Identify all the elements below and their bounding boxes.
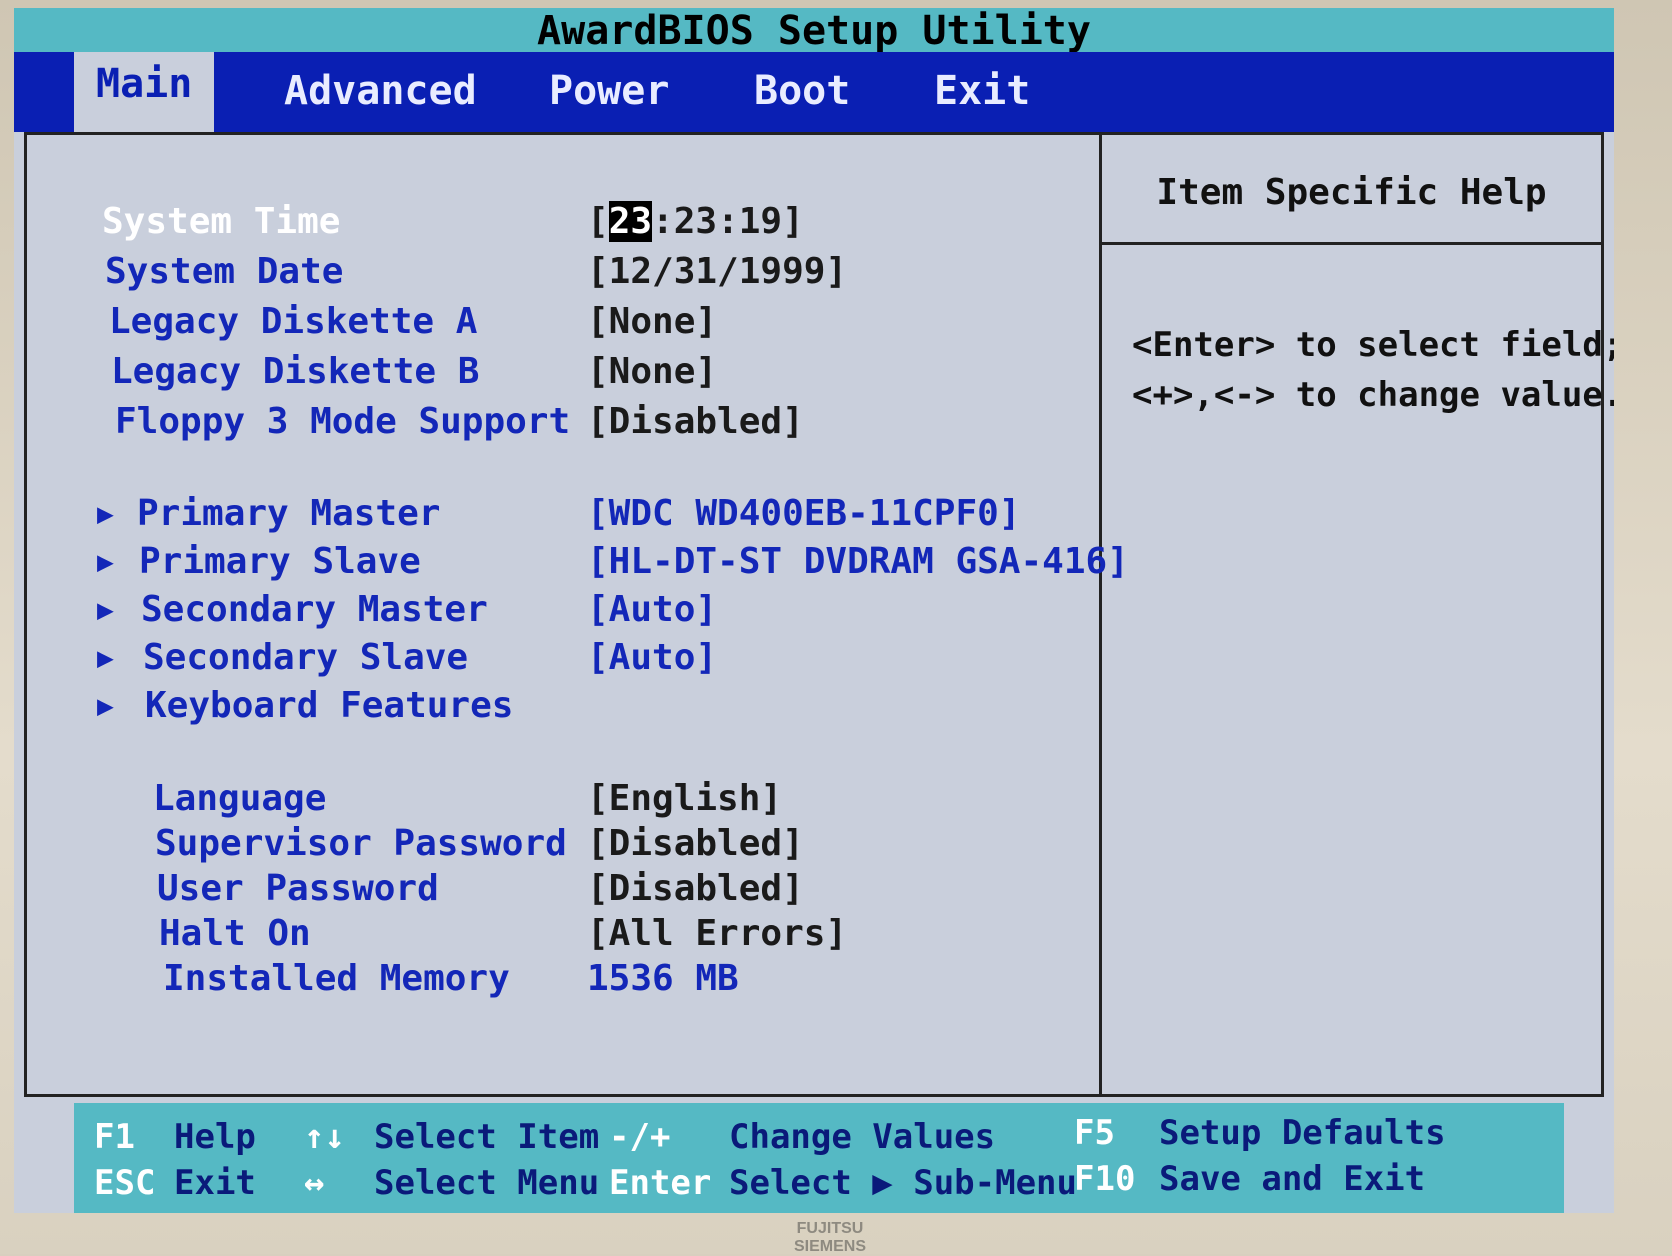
setting-value[interactable]: [All Errors] (587, 913, 847, 954)
help-panel: Item Specific Help <Enter> to select fie… (1102, 135, 1614, 1094)
setting-value[interactable]: [12/31/1999] (587, 251, 847, 292)
submenu-arrow-icon: ▶ (97, 545, 114, 578)
settings-list: System Time [23:23:19] System Date [12/3… (27, 135, 1129, 1094)
setting-value[interactable]: [None] (587, 351, 717, 392)
setting-label: Primary Master (137, 493, 441, 534)
esc-desc: Exit (174, 1163, 256, 1203)
setting-label: Halt On (159, 913, 311, 954)
setting-user-password[interactable]: User Password [Disabled] (27, 868, 1097, 912)
setting-legacy-diskette-a[interactable]: Legacy Diskette A [None] (27, 301, 1097, 345)
setting-halt-on[interactable]: Halt On [All Errors] (27, 913, 1097, 957)
setting-label: System Date (105, 251, 344, 292)
setting-legacy-diskette-b[interactable]: Legacy Diskette B [None] (27, 351, 1097, 395)
submenu-secondary-slave[interactable]: ▶ Secondary Slave [Auto] (27, 637, 1097, 681)
setting-label: System Time (102, 201, 341, 242)
setting-installed-memory: Installed Memory 1536 MB (27, 958, 1097, 1002)
submenu-arrow-icon: ▶ (97, 689, 114, 722)
f10-desc: Save and Exit (1159, 1159, 1426, 1199)
window-title: AwardBIOS Setup Utility (14, 8, 1614, 54)
monitor-brand-logo: FUJITSU SIEMENS (793, 1220, 866, 1255)
help-text-line: <Enter> to select field; (1132, 325, 1614, 365)
submenu-primary-slave[interactable]: ▶ Primary Slave [HL-DT-ST DVDRAM GSA-416… (27, 541, 1129, 585)
tab-exit[interactable]: Exit (934, 62, 1030, 120)
submenu-arrow-icon: ▶ (97, 641, 114, 674)
plus-minus-key: -/+ (609, 1117, 671, 1157)
setting-label: Primary Slave (139, 541, 421, 582)
f5-key: F5 (1074, 1113, 1115, 1153)
setting-label: Language (153, 778, 327, 819)
submenu-arrow-icon: ▶ (97, 593, 114, 626)
f10-key: F10 (1074, 1159, 1136, 1199)
setting-value[interactable]: [Disabled] (587, 868, 804, 909)
setting-supervisor-password[interactable]: Supervisor Password [Disabled] (27, 823, 1097, 867)
edit-cursor[interactable]: 23 (608, 201, 653, 242)
setting-value: [HL-DT-ST DVDRAM GSA-416] (587, 541, 1129, 582)
setting-floppy-3-mode[interactable]: Floppy 3 Mode Support [Disabled] (27, 401, 1097, 445)
menu-bar: Main Advanced Power Boot Exit (14, 52, 1614, 132)
setting-label: Legacy Diskette B (111, 351, 480, 392)
tab-advanced[interactable]: Advanced (284, 62, 477, 120)
setting-value: 1536 MB (587, 958, 739, 999)
leftright-desc: Select Menu (374, 1163, 600, 1203)
setting-label: Legacy Diskette A (109, 301, 478, 342)
setting-system-date[interactable]: System Date [12/31/1999] (27, 251, 1097, 295)
setting-language[interactable]: Language [English] (27, 778, 1097, 822)
key-legend: F1 Help ESC Exit ↑↓ Select Item ↔ Select… (74, 1103, 1564, 1213)
setting-label: User Password (157, 868, 439, 909)
help-text-line: <+>,<-> to change value. (1132, 375, 1614, 415)
setting-value: [WDC WD400EB-11CPF0] (587, 493, 1021, 534)
submenu-secondary-master[interactable]: ▶ Secondary Master [Auto] (27, 589, 1097, 633)
submenu-primary-master[interactable]: ▶ Primary Master [WDC WD400EB-11CPF0] (27, 493, 1097, 537)
setting-label: Secondary Slave (143, 637, 469, 678)
tab-main[interactable]: Main (74, 52, 215, 132)
setting-label: Secondary Master (141, 589, 488, 630)
setting-value[interactable]: [Disabled] (587, 401, 804, 442)
esc-key: ESC (94, 1163, 156, 1203)
enter-key: Enter (609, 1163, 712, 1203)
left-right-arrows-icon: ↔ (304, 1163, 325, 1203)
plusminus-desc: Change Values (729, 1117, 996, 1157)
setting-value[interactable]: [English] (587, 778, 782, 819)
up-down-arrows-icon: ↑↓ (304, 1117, 345, 1157)
enter-desc: Select ▶ Sub-Menu (729, 1163, 1077, 1203)
f1-key: F1 (94, 1117, 135, 1157)
f5-desc: Setup Defaults (1159, 1113, 1446, 1153)
setting-label: Floppy 3 Mode Support (115, 401, 571, 442)
f1-desc: Help (174, 1117, 256, 1157)
submenu-keyboard-features[interactable]: ▶ Keyboard Features (27, 685, 1097, 729)
setting-value[interactable]: [23:23:19] (587, 201, 804, 242)
setting-value: [Auto] (587, 589, 718, 630)
setting-label: Supervisor Password (155, 823, 567, 864)
setting-value[interactable]: [None] (587, 301, 717, 342)
main-panel: System Time [23:23:19] System Date [12/3… (24, 132, 1614, 1097)
setting-system-time[interactable]: System Time [23:23:19] (27, 201, 1097, 245)
setting-label: Installed Memory (163, 958, 510, 999)
setting-value: [Auto] (587, 637, 718, 678)
tab-power[interactable]: Power (549, 62, 669, 120)
updown-desc: Select Item (374, 1117, 600, 1157)
bios-screen: AwardBIOS Setup Utility Main Advanced Po… (14, 8, 1614, 1213)
submenu-arrow-icon: ▶ (97, 497, 114, 530)
setting-value[interactable]: [Disabled] (587, 823, 804, 864)
setting-label: Keyboard Features (145, 685, 514, 726)
tab-boot[interactable]: Boot (754, 62, 850, 120)
help-title: Item Specific Help (1102, 135, 1601, 245)
